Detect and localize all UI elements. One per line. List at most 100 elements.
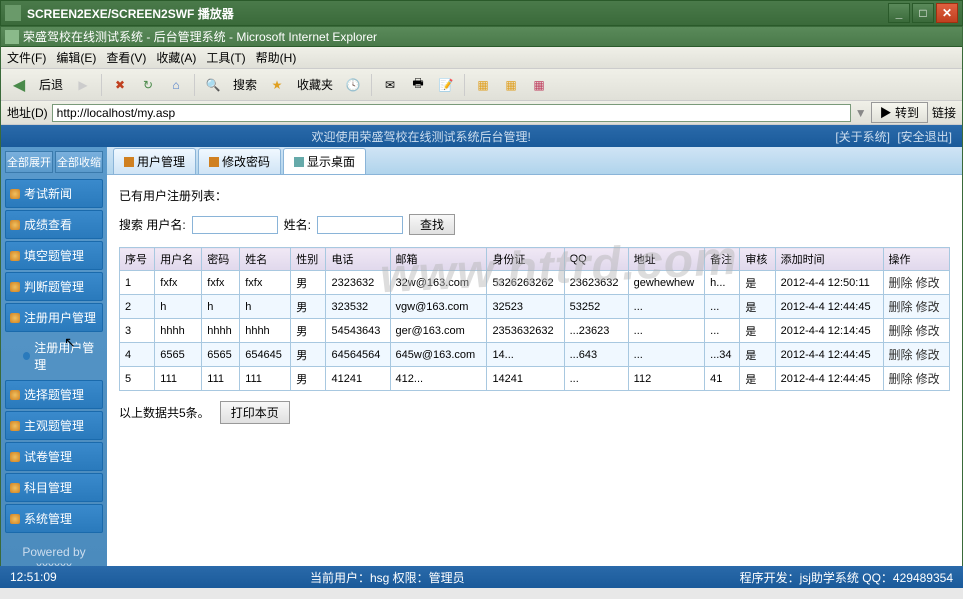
sidebar-item-judge[interactable]: 判断题管理 — [5, 272, 103, 301]
edit-link[interactable]: 修改 — [916, 324, 940, 338]
logout-link[interactable]: [安全退出] — [897, 130, 952, 144]
sidebar-item-news[interactable]: 考试新闻 — [5, 179, 103, 208]
tab-user-mgmt[interactable]: 用户管理 — [113, 148, 196, 174]
sidebar-item-scores[interactable]: 成绩查看 — [5, 210, 103, 239]
delete-link[interactable]: 删除 — [889, 348, 913, 362]
table-cell: 3 — [120, 319, 155, 343]
delete-link[interactable]: 删除 — [889, 276, 913, 290]
sidebar-item-exam[interactable]: 试卷管理 — [5, 442, 103, 471]
sidebar-item-subjective[interactable]: 主观题管理 — [5, 411, 103, 440]
extra-button-1[interactable]: ▦ — [471, 73, 495, 97]
table-cell: 是 — [740, 319, 775, 343]
menu-view[interactable]: 查看(V) — [106, 49, 146, 66]
table-header: 地址 — [628, 248, 704, 271]
back-label[interactable]: 后退 — [35, 76, 67, 93]
menu-file[interactable]: 文件(F) — [7, 49, 46, 66]
mail-button[interactable]: ✉ — [378, 73, 402, 97]
extra-button-3[interactable]: ▦ — [527, 73, 551, 97]
tab-show-desktop[interactable]: 显示桌面 — [283, 148, 366, 174]
delete-link[interactable]: 删除 — [889, 300, 913, 314]
ie-toolbar: ◀ 后退 ▶ ✖ ↻ ⌂ 🔍 搜索 ★ 收藏夹 🕓 ✉ 🖶 📝 ▦ ▦ ▦ — [1, 69, 962, 101]
table-cell: 5 — [120, 367, 155, 391]
table-cell: fxfx — [155, 271, 202, 295]
table-header: 添加时间 — [775, 248, 883, 271]
favorites-label[interactable]: 收藏夹 — [293, 76, 337, 93]
forward-button[interactable]: ▶ — [71, 73, 95, 97]
edit-link[interactable]: 修改 — [916, 348, 940, 362]
edit-link[interactable]: 修改 — [916, 372, 940, 386]
search-username-input[interactable] — [192, 216, 278, 234]
print-button[interactable]: 打印本页 — [220, 401, 290, 424]
ie-addressbar: 地址(D) ▼ ▶ 转到 链接 — [1, 101, 962, 125]
maximize-button[interactable]: □ — [912, 3, 934, 23]
about-link[interactable]: [关于系统] — [835, 130, 890, 144]
search-icon[interactable]: 🔍 — [201, 73, 225, 97]
table-cell: 删除 修改 — [883, 343, 949, 367]
menu-tools[interactable]: 工具(T) — [206, 49, 245, 66]
print-button[interactable]: 🖶 — [406, 73, 430, 97]
delete-link[interactable]: 删除 — [889, 324, 913, 338]
refresh-button[interactable]: ↻ — [136, 73, 160, 97]
sidebar-item-system[interactable]: 系统管理 — [5, 504, 103, 533]
table-cell: hhhh — [202, 319, 240, 343]
edit-link[interactable]: 修改 — [916, 276, 940, 290]
table-cell: 14241 — [487, 367, 564, 391]
minimize-button[interactable]: _ — [888, 3, 910, 23]
sidebar-subitem-reguser[interactable]: 注册用户管理 — [5, 334, 103, 378]
menu-help[interactable]: 帮助(H) — [256, 49, 297, 66]
table-cell: 412... — [390, 367, 487, 391]
address-input[interactable] — [52, 104, 851, 122]
table-cell: 112 — [628, 367, 704, 391]
folder-icon — [10, 483, 20, 493]
delete-link[interactable]: 删除 — [889, 372, 913, 386]
home-button[interactable]: ⌂ — [164, 73, 188, 97]
go-button[interactable]: ▶ 转到 — [871, 102, 928, 123]
search-label[interactable]: 搜索 — [229, 76, 261, 93]
player-icon — [5, 5, 21, 21]
table-cell: h — [155, 295, 202, 319]
back-button[interactable]: ◀ — [7, 73, 31, 97]
table-cell: 2012-4-4 12:44:45 — [775, 295, 883, 319]
table-header: QQ — [564, 248, 628, 271]
welcome-text: 欢迎使用荣盛驾校在线测试系统后台管理! — [11, 128, 831, 145]
table-cell: ... — [628, 295, 704, 319]
extra-button-2[interactable]: ▦ — [499, 73, 523, 97]
folder-icon — [10, 421, 20, 431]
sidebar-item-choice[interactable]: 选择题管理 — [5, 380, 103, 409]
table-header: 姓名 — [240, 248, 291, 271]
history-button[interactable]: 🕓 — [341, 73, 365, 97]
table-row: 465656565654645男64564564645w@163.com14..… — [120, 343, 950, 367]
search-button[interactable]: 查找 — [409, 214, 455, 235]
favorites-icon[interactable]: ★ — [265, 73, 289, 97]
table-cell: 6565 — [155, 343, 202, 367]
edit-link[interactable]: 修改 — [916, 300, 940, 314]
sidebar-item-reguser[interactable]: 注册用户管理 — [5, 303, 103, 332]
ie-title-text: 荣盛驾校在线测试系统 - 后台管理系统 - Microsoft Internet… — [23, 28, 377, 45]
sidebar-item-fillblank[interactable]: 填空题管理 — [5, 241, 103, 270]
stop-button[interactable]: ✖ — [108, 73, 132, 97]
table-header: 性别 — [291, 248, 326, 271]
edit-button[interactable]: 📝 — [434, 73, 458, 97]
search-row: 搜索 用户名: 姓名: 查找 — [119, 214, 950, 235]
table-cell: 654645 — [240, 343, 291, 367]
close-button[interactable]: ✕ — [936, 3, 958, 23]
table-cell: 2353632632 — [487, 319, 564, 343]
folder-icon — [10, 189, 20, 199]
tab-change-pwd[interactable]: 修改密码 — [198, 148, 281, 174]
table-cell: 删除 修改 — [883, 319, 949, 343]
expand-all-button[interactable]: 全部展开 — [5, 151, 53, 173]
tab-icon — [294, 157, 304, 167]
links-label[interactable]: 链接 — [932, 104, 956, 121]
table-cell: 6565 — [202, 343, 240, 367]
search-name-input[interactable] — [317, 216, 403, 234]
sidebar-item-subject[interactable]: 科目管理 — [5, 473, 103, 502]
player-title: SCREEN2EXE/SCREEN2SWF 播放器 — [27, 5, 888, 22]
table-cell: 是 — [740, 367, 775, 391]
table-cell: 2012-4-4 12:44:45 — [775, 367, 883, 391]
collapse-all-button[interactable]: 全部收缩 — [55, 151, 103, 173]
menu-edit[interactable]: 编辑(E) — [56, 49, 96, 66]
menu-favorites[interactable]: 收藏(A) — [156, 49, 196, 66]
table-cell: 64564564 — [326, 343, 390, 367]
address-label: 地址(D) — [7, 104, 48, 121]
folder-icon — [10, 282, 20, 292]
